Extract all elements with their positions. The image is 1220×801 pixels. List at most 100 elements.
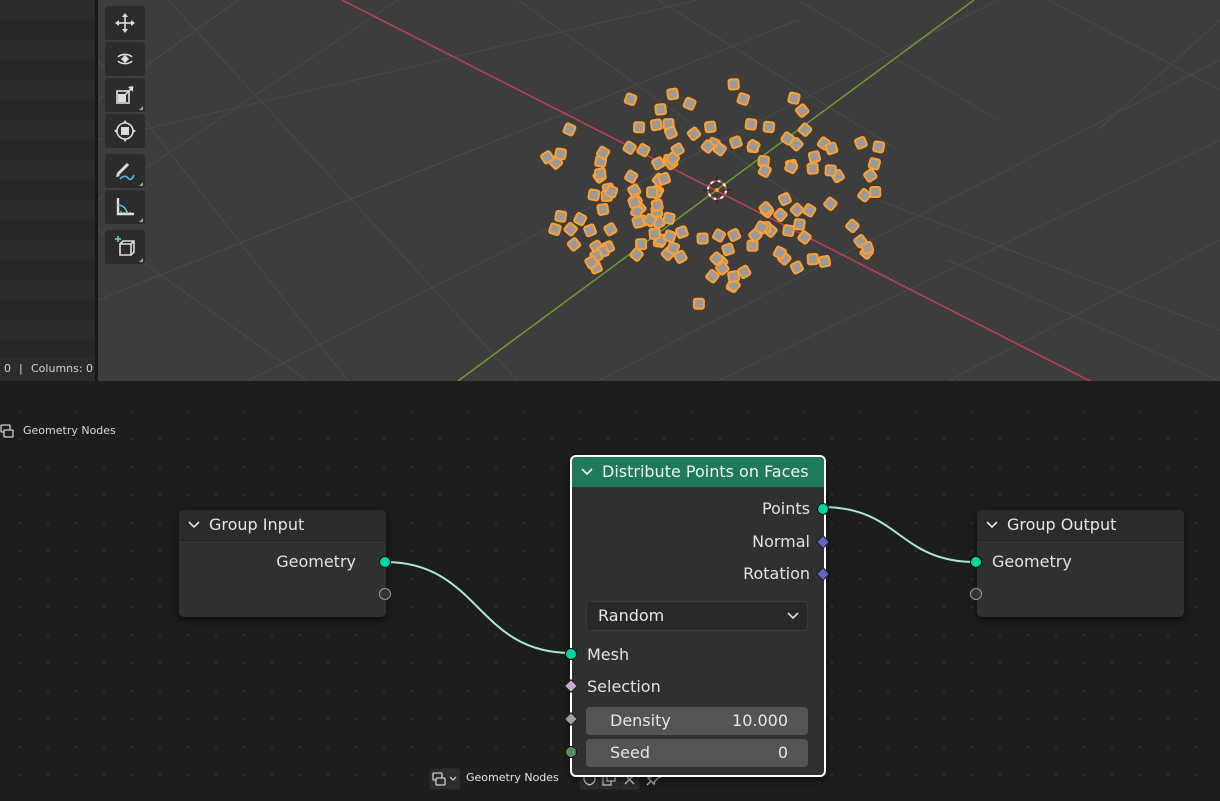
instance-point[interactable] xyxy=(583,223,598,238)
annotate-tool-button[interactable] xyxy=(105,154,145,188)
instance-point[interactable] xyxy=(823,196,838,212)
instance-point[interactable] xyxy=(736,92,751,106)
instance-point[interactable] xyxy=(789,202,805,218)
node-header[interactable]: Group Output xyxy=(977,510,1184,541)
instance-point[interactable] xyxy=(623,92,638,107)
instance-point[interactable] xyxy=(802,203,817,218)
instance-point[interactable] xyxy=(648,227,661,240)
chevron-down-icon[interactable] xyxy=(977,520,1007,530)
transform-tool-button[interactable] xyxy=(105,114,145,148)
instance-point[interactable] xyxy=(806,162,819,175)
spreadsheet-panel[interactable]: 0 | Columns: 0 xyxy=(0,0,95,381)
instance-point[interactable] xyxy=(824,141,839,156)
chevron-down-icon[interactable] xyxy=(572,467,602,477)
instance-point[interactable] xyxy=(682,96,697,111)
instance-point[interactable] xyxy=(631,215,646,229)
instance-point[interactable] xyxy=(794,103,810,118)
breadcrumb-label: Geometry Nodes xyxy=(23,424,116,437)
3d-viewport[interactable] xyxy=(98,0,1220,381)
3d-cursor-icon[interactable] xyxy=(703,176,731,204)
measure-tool-button[interactable] xyxy=(105,190,145,224)
instance-point[interactable] xyxy=(627,195,642,210)
instance-point[interactable] xyxy=(603,222,618,237)
instance-point[interactable] xyxy=(727,228,742,242)
instance-point[interactable] xyxy=(863,168,878,183)
move-tool-button[interactable] xyxy=(105,6,145,40)
instance-point[interactable] xyxy=(860,240,875,255)
scale-tool-button[interactable] xyxy=(105,78,145,112)
input-label-selection: Selection xyxy=(587,677,661,696)
instance-point[interactable] xyxy=(762,120,776,134)
instance-point[interactable] xyxy=(604,184,619,199)
node-title: Group Input xyxy=(209,515,305,534)
instance-point[interactable] xyxy=(818,254,832,268)
instance-point[interactable] xyxy=(666,87,680,101)
seed-field[interactable]: Seed 0 xyxy=(586,739,808,767)
instance-point[interactable] xyxy=(721,242,735,257)
instance-point[interactable] xyxy=(867,157,882,171)
instance-point[interactable] xyxy=(782,224,796,238)
instance-point[interactable] xyxy=(632,121,646,134)
mesh-input-socket[interactable] xyxy=(565,648,577,660)
instance-point[interactable] xyxy=(729,135,743,150)
instance-point[interactable] xyxy=(554,147,568,161)
instance-point[interactable] xyxy=(662,211,676,225)
instance-point[interactable] xyxy=(787,91,801,105)
instance-point[interactable] xyxy=(646,186,659,199)
instance-point[interactable] xyxy=(635,238,648,251)
points-output-socket[interactable] xyxy=(817,503,829,515)
geometry-output-socket[interactable] xyxy=(379,556,391,568)
geometry-input-socket[interactable] xyxy=(970,556,982,568)
instance-point[interactable] xyxy=(675,225,689,239)
node-header[interactable]: Group Input xyxy=(179,510,386,541)
instance-point[interactable] xyxy=(845,218,860,234)
instance-point[interactable] xyxy=(563,221,578,237)
instance-point[interactable] xyxy=(727,78,740,91)
instance-point[interactable] xyxy=(657,171,672,186)
instance-point[interactable] xyxy=(587,188,601,202)
chevron-down-icon[interactable] xyxy=(179,520,209,530)
instance-point[interactable] xyxy=(548,222,562,237)
rotate-tool-button[interactable] xyxy=(105,42,145,76)
instance-point[interactable] xyxy=(807,150,821,164)
instance-point[interactable] xyxy=(789,260,804,275)
instance-point[interactable] xyxy=(773,207,788,223)
node-tree-name-field[interactable]: Geometry Nodes xyxy=(460,768,577,788)
density-field[interactable]: Density 10.000 xyxy=(586,707,808,735)
instance-point[interactable] xyxy=(853,135,868,150)
instance-point[interactable] xyxy=(703,120,717,134)
instance-point[interactable] xyxy=(650,198,664,212)
instance-point[interactable] xyxy=(869,185,882,199)
empty-output-socket[interactable] xyxy=(379,588,391,600)
instance-point[interactable] xyxy=(824,164,837,177)
instance-point[interactable] xyxy=(554,209,568,223)
instance-point[interactable] xyxy=(797,122,813,137)
instance-point[interactable] xyxy=(692,297,705,310)
instance-point[interactable] xyxy=(649,118,663,132)
instance-point[interactable] xyxy=(744,117,758,131)
instance-point[interactable] xyxy=(806,252,820,266)
instance-point[interactable] xyxy=(636,143,651,158)
seed-input-socket[interactable] xyxy=(565,746,577,758)
instance-point[interactable] xyxy=(662,229,677,244)
group-input-node[interactable]: Group Input Geometry xyxy=(179,510,391,617)
instance-point[interactable] xyxy=(654,103,667,116)
instance-point[interactable] xyxy=(566,237,582,252)
group-output-node[interactable]: Group Output Geometry xyxy=(970,510,1184,617)
add-cube-tool-button[interactable] xyxy=(105,230,145,264)
instance-point[interactable] xyxy=(594,167,607,181)
instance-point[interactable] xyxy=(622,140,637,155)
empty-input-socket[interactable] xyxy=(970,588,982,600)
instance-point[interactable] xyxy=(696,232,709,245)
instance-point[interactable] xyxy=(793,218,806,231)
instance-point[interactable] xyxy=(872,140,886,154)
instance-point[interactable] xyxy=(562,122,577,137)
instance-point[interactable] xyxy=(711,228,727,243)
distribute-method-dropdown[interactable]: Random xyxy=(586,601,808,631)
node-header[interactable]: Distribute Points on Faces xyxy=(572,457,824,487)
distribute-points-node[interactable]: Distribute Points on Faces Points Normal… xyxy=(563,455,831,777)
input-label-mesh: Mesh xyxy=(587,645,630,664)
editor-type-button[interactable] xyxy=(429,768,461,790)
instance-point[interactable] xyxy=(624,169,639,184)
instance-point[interactable] xyxy=(596,202,610,216)
